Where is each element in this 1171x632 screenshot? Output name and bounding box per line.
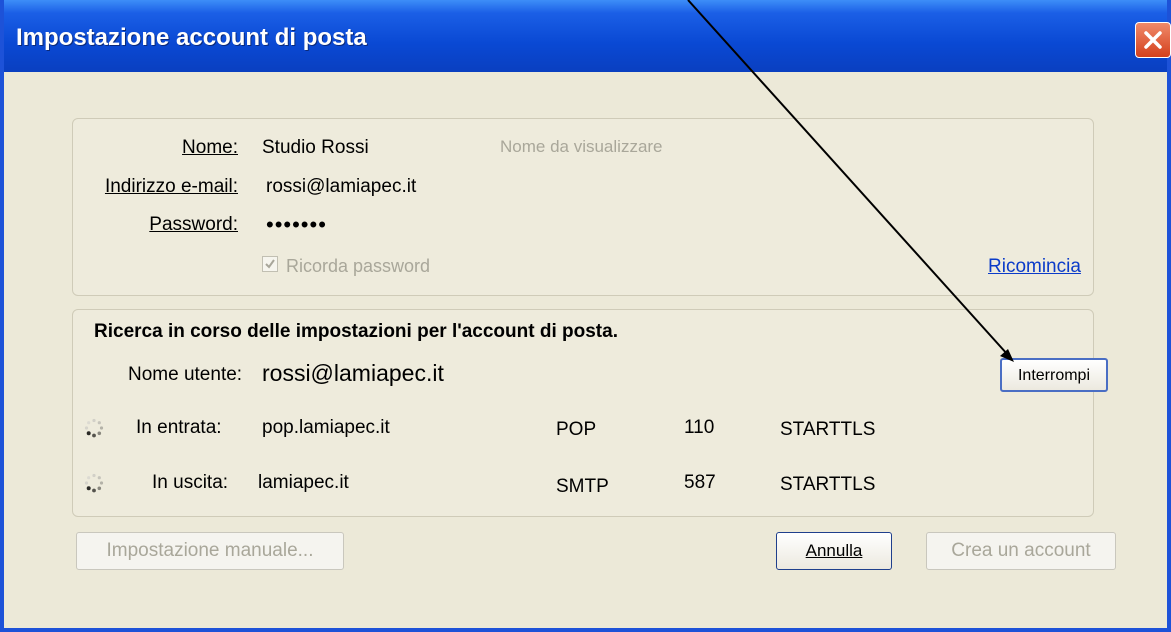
cancel-button[interactable]: Annulla [776,532,892,570]
stop-button-label: Interrompi [1017,367,1091,384]
username-label: Nome utente: [128,364,243,385]
remember-password-checkbox[interactable] [262,256,278,272]
manual-setup-button-label: Impostazione manuale... [106,540,314,561]
cancel-button-label: Annulla [805,541,863,560]
outgoing-security: STARTTLS [780,474,876,495]
outgoing-port: 587 [684,472,716,493]
restart-link[interactable]: Ricomincia [988,256,1081,278]
incoming-host: pop.lamiapec.it [262,417,390,438]
stop-button[interactable]: Interrompi [1000,358,1108,392]
incoming-security: STARTTLS [780,419,876,440]
checkmark-icon [265,259,275,269]
account-setup-dialog: Impostazione account di posta Nome: Stud… [0,0,1171,632]
search-heading: Ricerca in corso delle impostazioni per … [94,321,618,342]
password-label: Password: [149,214,238,235]
outgoing-host: lamiapec.it [258,472,349,493]
username-value: rossi@lamiapec.it [262,360,444,386]
outgoing-protocol: SMTP [556,476,609,497]
password-field[interactable]: ••••••• [266,212,327,238]
manual-setup-button[interactable]: Impostazione manuale... [76,532,344,570]
create-account-button-label: Crea un account [951,540,1091,561]
name-field[interactable]: Studio Rossi [262,137,369,159]
incoming-protocol: POP [556,419,597,440]
title-bar: Impostazione account di posta [4,0,1171,72]
name-hint: Nome da visualizzare [500,137,663,156]
loading-spinner-icon [84,418,104,438]
email-field[interactable]: rossi@lamiapec.it [266,176,416,198]
remember-password-label: Ricorda password [286,256,431,276]
close-button[interactable] [1135,22,1171,58]
loading-spinner-icon [84,473,104,493]
incoming-label: In entrata: [136,417,222,438]
create-account-button[interactable]: Crea un account [926,532,1116,570]
window-title: Impostazione account di posta [16,24,367,51]
outgoing-label: In uscita: [152,472,229,493]
email-label: Indirizzo e-mail: [104,176,238,197]
close-icon [1144,31,1162,49]
name-label: Nome: [182,137,238,158]
incoming-port: 110 [684,417,715,438]
